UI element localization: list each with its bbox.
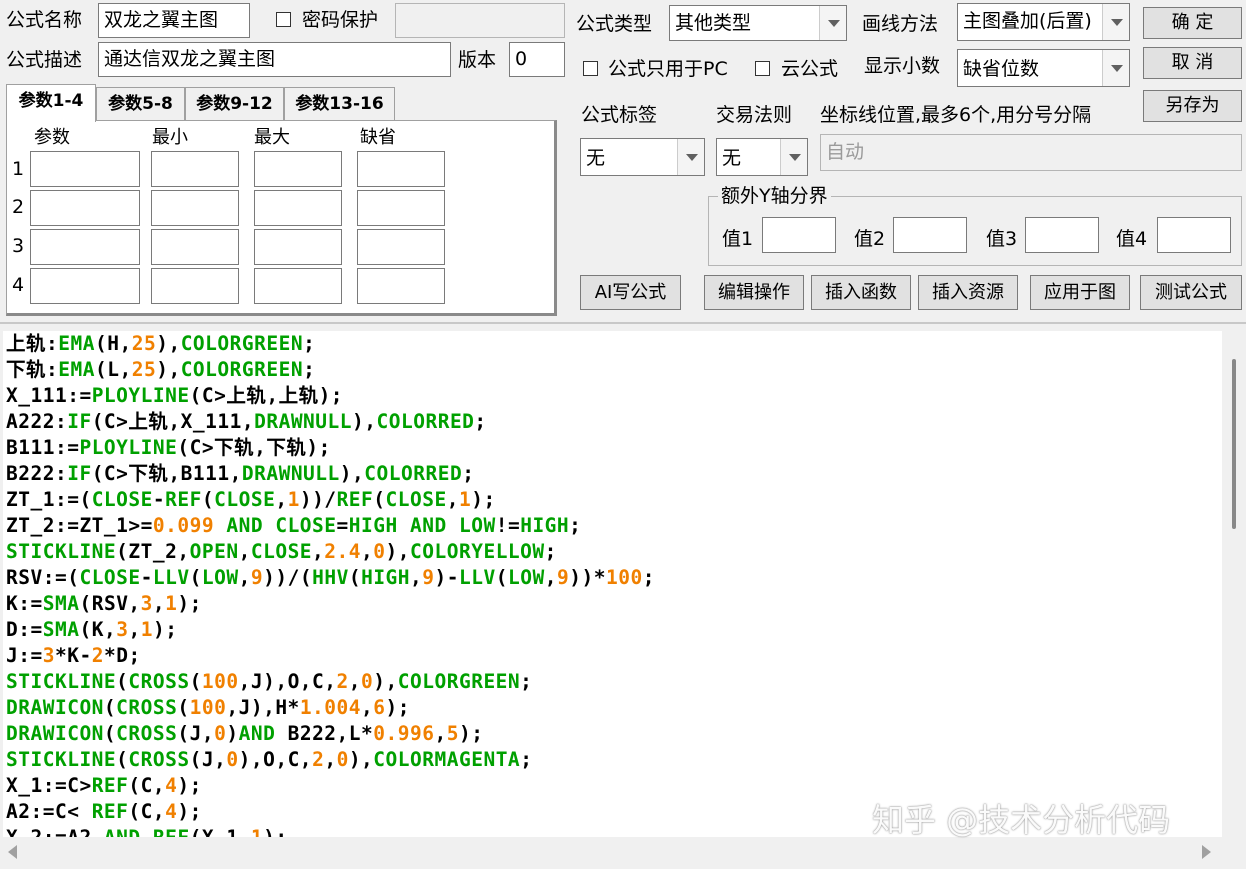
formula-name-input[interactable]: 双龙之翼主图 [98,3,250,38]
edit-ops-button[interactable]: 编辑操作 [704,275,804,310]
vertical-scrollbar[interactable] [1222,331,1246,837]
divider [0,322,1246,324]
trade-rule-select[interactable]: 无 [716,138,808,176]
decimal-value: 缺省位数 [963,58,1040,80]
param-min-input[interactable] [151,268,239,304]
insert-func-button[interactable]: 插入函数 [811,275,911,310]
param-min-input[interactable] [151,151,239,187]
axis-position-label: 坐标线位置,最多6个,用分号分隔 [820,104,1092,126]
version-input[interactable]: 0 [509,42,565,77]
param-header-default: 缺省 [360,127,396,148]
cloud-label: 云公式 [781,58,839,80]
draw-method-label: 画线方法 [862,13,939,35]
desc-label: 公式描述 [6,49,83,71]
tab-params-9-12[interactable]: 参数9-12 [185,87,284,120]
val3-label: 值3 [986,228,1018,250]
param-name-input[interactable] [30,190,140,226]
param-default-input[interactable] [357,151,445,187]
insert-res-button[interactable]: 插入资源 [918,275,1018,310]
param-max-input[interactable] [254,190,342,226]
val4-input[interactable] [1157,217,1231,253]
param-min-input[interactable] [151,229,239,265]
param-header-max: 最大 [254,127,290,148]
param-default-input[interactable] [357,229,445,265]
chevron-down-icon[interactable] [1102,50,1129,86]
trade-rule-label: 交易法则 [716,104,793,126]
param-max-input[interactable] [254,151,342,187]
axis-position-input: 自动 [820,134,1242,171]
tab-params-5-8[interactable]: 参数5-8 [96,87,185,120]
formula-desc-input[interactable]: 通达信双龙之翼主图 [98,42,451,77]
param-max-input[interactable] [254,268,342,304]
formula-type-value: 其他类型 [675,12,752,34]
test-button[interactable]: 测试公式 [1140,275,1242,310]
param-header-min: 最小 [152,127,188,148]
formula-type-select[interactable]: 其他类型 [669,5,847,41]
val2-input[interactable] [893,217,967,253]
ok-button[interactable]: 确 定 [1143,7,1242,39]
pc-only-checkbox[interactable] [583,61,598,76]
cloud-checkbox[interactable] [755,61,770,76]
tab-params-1-4[interactable]: 参数1-4 [6,84,96,122]
param-min-input[interactable] [151,190,239,226]
param-name-input[interactable] [30,229,140,265]
draw-method-select[interactable]: 主图叠加(后置) [957,3,1130,41]
draw-method-value: 主图叠加(后置) [963,10,1092,32]
param-row-label: 1 [12,158,25,180]
password-label: 密码保护 [302,9,379,31]
version-label: 版本 [458,49,497,71]
param-header-name: 参数 [34,127,70,148]
scroll-thumb[interactable] [1232,359,1236,529]
param-max-input[interactable] [254,229,342,265]
chevron-down-icon[interactable] [780,139,807,175]
chevron-down-icon[interactable] [1102,4,1129,40]
cancel-button[interactable]: 取 消 [1143,47,1242,79]
param-default-input[interactable] [357,190,445,226]
pc-only-label: 公式只用于PC [608,58,728,80]
scroll-left-icon[interactable] [8,845,17,859]
ai-write-button[interactable]: AI写公式 [580,275,681,310]
decimal-select[interactable]: 缺省位数 [957,49,1130,87]
trade-rule-value: 无 [722,147,742,169]
password-checkbox[interactable] [276,12,291,27]
name-label: 公式名称 [6,9,83,31]
scroll-right-icon[interactable] [1202,845,1211,859]
type-label: 公式类型 [576,13,653,35]
param-name-input[interactable] [30,268,140,304]
save-as-button[interactable]: 另存为 [1143,90,1242,122]
val2-label: 值2 [854,228,886,250]
horizontal-scrollbar[interactable] [0,837,1246,867]
password-input [395,3,565,38]
val3-input[interactable] [1025,217,1099,253]
tag-label: 公式标签 [581,104,658,126]
decimal-label: 显示小数 [864,55,941,77]
param-row-label: 3 [12,235,25,257]
watermark: 知乎 @技术分析代码 [872,801,1171,839]
val1-input[interactable] [762,217,836,253]
chevron-down-icon[interactable] [819,6,846,40]
code-editor[interactable]: 上轨:EMA(H,25),COLORGREEN; 下轨:EMA(L,25),CO… [3,331,1222,837]
code-text: 上轨:EMA(H,25),COLORGREEN; 下轨:EMA(L,25),CO… [6,332,655,837]
tag-select[interactable]: 无 [580,138,705,176]
tag-value: 无 [586,147,606,169]
param-default-input[interactable] [357,268,445,304]
param-name-input[interactable] [30,151,140,187]
extra-y-label: 额外Y轴分界 [718,184,831,208]
chevron-down-icon[interactable] [677,139,704,175]
apply-chart-button[interactable]: 应用于图 [1030,275,1130,310]
val4-label: 值4 [1116,228,1148,250]
param-row-label: 4 [12,274,25,296]
val1-label: 值1 [722,228,754,250]
param-row-label: 2 [12,196,25,218]
tab-params-13-16[interactable]: 参数13-16 [284,87,395,120]
